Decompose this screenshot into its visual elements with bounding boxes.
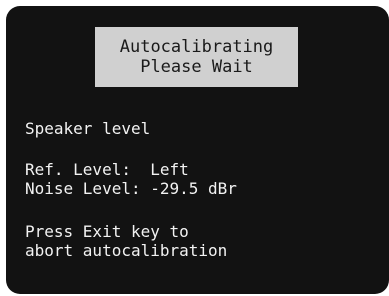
speaker-level-heading: Speaker level bbox=[25, 119, 151, 138]
status-banner: Autocalibrating Please Wait bbox=[95, 27, 298, 87]
ref-level-readout: Ref. Level: Left bbox=[25, 160, 189, 179]
instruction-line-1: Press Exit key to bbox=[25, 222, 189, 241]
banner-subtitle: Please Wait bbox=[140, 57, 253, 77]
display-screen: Autocalibrating Please Wait Speaker leve… bbox=[6, 6, 389, 294]
banner-title: Autocalibrating bbox=[119, 37, 274, 57]
instruction-line-2: abort autocalibration bbox=[25, 241, 228, 260]
noise-level-readout: Noise Level: -29.5 dBr bbox=[25, 179, 237, 198]
